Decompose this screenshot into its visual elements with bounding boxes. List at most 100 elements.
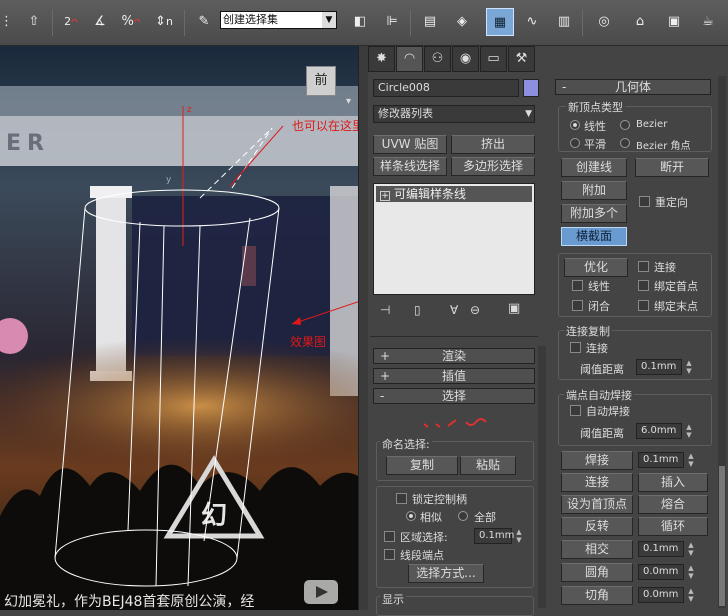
motion-tab-icon[interactable]: ◉ [452, 46, 479, 72]
cross-section-button[interactable]: 横截面 [561, 227, 627, 246]
hierarchy-tab-icon[interactable]: ⚇ [424, 46, 451, 72]
curve-editor-icon[interactable]: ∿ [518, 8, 546, 36]
rendering-rollout-header[interactable]: + 渲染 [373, 348, 535, 364]
geometry-rollout-header[interactable]: - 几何体 [555, 79, 711, 95]
reorient-checkbox[interactable] [639, 196, 650, 207]
paste-button[interactable]: 粘贴 [460, 456, 516, 475]
layers-icon[interactable]: ◈ [448, 8, 476, 36]
modifier-list-dropdown[interactable]: 修改器列表 ▼ [373, 105, 535, 123]
select-by-button[interactable]: 选择方式... [408, 564, 484, 583]
toolbar-grip[interactable]: ⋮ [0, 8, 13, 36]
render-setup-icon[interactable]: ⌂ [626, 8, 654, 36]
weld-button[interactable]: 焊接 [561, 451, 633, 470]
chamfer-spinner[interactable]: 0.0mm [638, 587, 684, 603]
create-line-button[interactable]: 创建线 [561, 158, 627, 177]
interpolation-rollout-header[interactable]: + 插值 [373, 368, 535, 384]
similar-radio[interactable] [406, 511, 416, 521]
fuse-button[interactable]: 熔合 [638, 495, 708, 514]
extrude-button[interactable]: 挤出 [451, 135, 535, 154]
spline-select-button[interactable]: 样条线选择 [373, 157, 447, 176]
refine-button[interactable]: 优化 [564, 258, 628, 277]
attach-multiple-button[interactable]: 附加多个 [561, 204, 627, 223]
modifier-stack[interactable]: + 可编辑样条线 [373, 183, 535, 295]
linear-radio[interactable] [570, 120, 580, 130]
spinner-arrows-icon[interactable]: ▲ ▼ [686, 564, 696, 580]
scene-explorer-icon[interactable]: ▦ [486, 8, 514, 36]
segment-end-checkbox[interactable] [384, 549, 395, 560]
remove-modifier-icon[interactable]: ⊖ [470, 303, 480, 317]
selection-rollout-header[interactable]: - 选择 [373, 388, 535, 404]
import-icon[interactable]: ⇧ [20, 8, 48, 36]
closed-checkbox[interactable] [572, 300, 583, 311]
spinner-arrows-icon[interactable]: ▲ ▼ [684, 359, 694, 375]
insert-button[interactable]: 插入 [638, 473, 708, 492]
reverse-button[interactable]: 反转 [561, 517, 633, 536]
copy-button[interactable]: 复制 [386, 456, 458, 475]
spinner-arrows-icon[interactable]: ▲ ▼ [686, 541, 696, 557]
connect-button[interactable]: 连接 [561, 473, 633, 492]
smooth-radio[interactable] [570, 138, 580, 148]
chamfer-button[interactable]: 切角 [561, 586, 633, 605]
material-editor-icon[interactable]: ◎ [590, 8, 618, 36]
pin-stack-icon[interactable]: ⊣ [380, 303, 390, 317]
fillet-button[interactable]: 圆角 [561, 563, 633, 582]
make-first-button[interactable]: 设为首顶点 [561, 495, 633, 514]
connect-copy-checkbox[interactable] [570, 342, 581, 353]
break-button[interactable]: 断开 [635, 158, 709, 177]
named-selection-dropdown[interactable]: 创建选择集 ▼ [220, 11, 337, 29]
align-icon[interactable]: ⊫ [378, 8, 406, 36]
spinner-arrows-icon[interactable]: ▲ ▼ [684, 423, 694, 439]
percent-snap-button[interactable]: %ᴖ [118, 8, 144, 36]
uvw-map-button[interactable]: UVW 贴图 [373, 135, 447, 154]
bezier-radio[interactable] [620, 120, 630, 130]
bind-first-checkbox[interactable] [638, 280, 649, 291]
object-color-swatch[interactable] [523, 79, 539, 97]
poly-select-button[interactable]: 多边形选择 [451, 157, 535, 176]
cycle-button[interactable]: 循环 [638, 517, 708, 536]
bezier-corner-radio[interactable] [620, 138, 630, 148]
attach-button[interactable]: 附加 [561, 181, 627, 200]
all-radio[interactable] [458, 511, 468, 521]
spinner-arrows-icon[interactable]: ▲ ▼ [686, 452, 696, 468]
object-name-field[interactable]: Circle008 [373, 79, 519, 97]
spinner-arrows-icon[interactable]: ▲ ▼ [686, 587, 696, 603]
show-end-result-icon[interactable]: ▯ [414, 303, 421, 317]
subobject-level-icons[interactable] [418, 414, 488, 430]
fillet-spinner[interactable]: 0.0mm [638, 564, 684, 580]
render-frame-icon[interactable]: ▣ [660, 8, 688, 36]
make-unique-icon[interactable]: ∀ [450, 303, 458, 317]
mirror-icon[interactable]: ◧ [346, 8, 374, 36]
scrollbar-thumb[interactable] [719, 466, 725, 606]
intersect-button[interactable]: 相交 [561, 540, 633, 559]
vertex-mode-icon[interactable] [423, 423, 441, 428]
snap-toggle-button[interactable]: 2ᴖ [58, 8, 84, 36]
configure-sets-icon[interactable]: ▣ [508, 301, 520, 316]
linear-checkbox[interactable] [572, 280, 583, 291]
viewcube[interactable]: 前 [306, 66, 336, 96]
area-select-spinner[interactable]: 0.1mm [474, 528, 514, 544]
dope-sheet-icon[interactable]: ▥ [550, 8, 578, 36]
auto-weld-checkbox[interactable] [570, 405, 581, 416]
stack-item[interactable]: + 可编辑样条线 [376, 186, 532, 202]
threshold2-spinner[interactable]: 6.0mm [636, 423, 682, 439]
left-scrollbar[interactable] [538, 346, 546, 608]
layer-manager-icon[interactable]: ▤ [416, 8, 444, 36]
bind-last-checkbox[interactable] [638, 300, 649, 311]
area-select-checkbox[interactable] [384, 531, 395, 542]
angle-snap-icon[interactable]: ∡ [86, 8, 114, 36]
panel-splitter[interactable] [358, 46, 368, 610]
right-scrollbar[interactable] [718, 76, 726, 608]
viewcube-menu-icon[interactable]: ▾ [346, 96, 351, 107]
threshold-spinner[interactable]: 0.1mm [636, 359, 682, 375]
connect-checkbox[interactable] [638, 261, 649, 272]
weld-spinner[interactable]: 0.1mm [638, 452, 684, 468]
stack-expand-icon[interactable]: + [380, 191, 390, 201]
display-tab-icon[interactable]: ▭ [480, 46, 507, 72]
modify-tab-icon[interactable]: ◠ [396, 46, 423, 72]
spinner-snap-button[interactable]: ⇕n [150, 8, 178, 36]
segment-mode-icon[interactable] [447, 419, 457, 427]
edit-named-selection-icon[interactable]: ✎ [190, 8, 218, 36]
lock-handles-checkbox[interactable] [396, 493, 407, 504]
create-tab-icon[interactable]: ✸ [368, 46, 395, 72]
utilities-tab-icon[interactable]: ⚒ [508, 46, 535, 72]
